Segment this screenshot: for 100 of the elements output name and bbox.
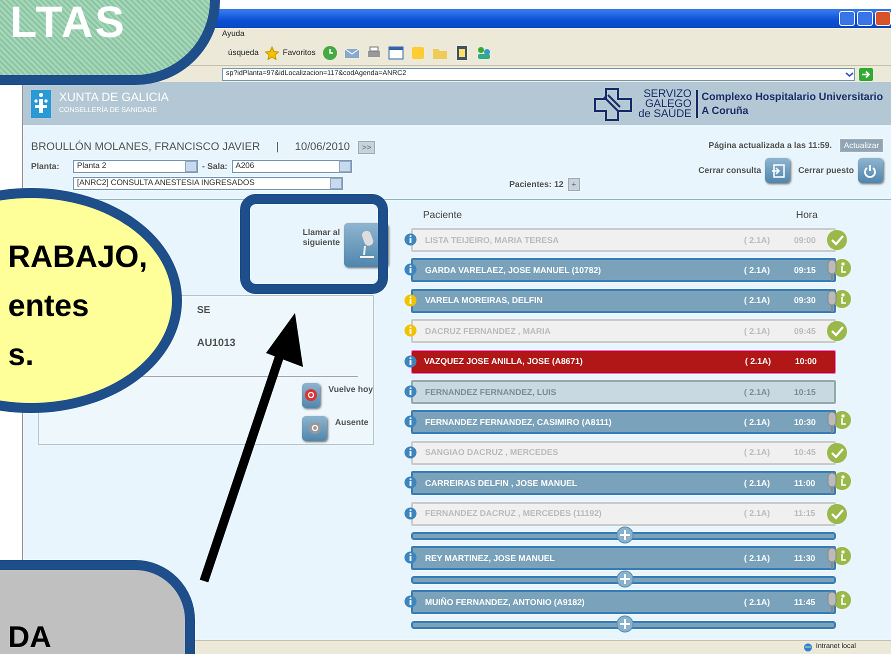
- microphone-person-icon[interactable]: [826, 410, 852, 434]
- next-button[interactable]: >>: [358, 140, 376, 154]
- microphone-person-icon[interactable]: [826, 288, 852, 313]
- maximize-button[interactable]: [857, 11, 873, 26]
- room-text: ( 2.1A): [744, 552, 771, 564]
- info-icon[interactable]: [404, 354, 417, 368]
- time-text: 09:30: [794, 294, 817, 308]
- patient-code: AU1013: [197, 336, 237, 351]
- patient-name: VARELA MOREIRAS, DELFIN: [424, 294, 544, 308]
- room-text: ( 2.1A): [744, 264, 771, 277]
- patient-row[interactable]: CARREIRAS DELFIN , JOSE MANUEL ( 2.1A) 11:00: [411, 471, 836, 496]
- history-icon[interactable]: [322, 44, 338, 60]
- microphone-person-icon[interactable]: [826, 258, 852, 282]
- panel-title: SE: [197, 304, 212, 318]
- planta-select[interactable]: Planta 2: [73, 160, 198, 172]
- patient-name: REY MARTINEZ, JOSE MANUEL: [424, 552, 556, 564]
- patient-row[interactable]: VAZQUEZ JOSE ANILLA, JOSE (A8671) ( 2.1A) 10:00: [411, 350, 836, 374]
- time-text: 10:30: [794, 416, 817, 429]
- return-button[interactable]: [302, 382, 320, 408]
- action-label: Vuelve hoy: [328, 382, 373, 396]
- empty-slot-bar[interactable]: [411, 576, 836, 584]
- logo-icon: [31, 90, 51, 118]
- call-next-label: Llamar al siguiente: [302, 227, 340, 247]
- star-icon: [264, 46, 279, 60]
- microphone-person-icon[interactable]: [826, 471, 852, 496]
- menu-item[interactable]: Ayuda: [222, 28, 245, 40]
- room-text: ( 2.1A): [745, 355, 772, 368]
- separator-text: |: [275, 140, 280, 155]
- button-label: Cerrar puesto: [798, 164, 854, 177]
- window-icon[interactable]: [388, 44, 404, 60]
- add-icon[interactable]: [616, 570, 634, 588]
- info-icon[interactable]: [404, 294, 417, 307]
- absent-button[interactable]: [302, 416, 327, 441]
- info-icon[interactable]: [404, 233, 417, 246]
- microphone-person-icon[interactable]: [826, 546, 852, 570]
- hospital-name: Complexo Hospitalario Universitario A Coruña: [696, 90, 883, 118]
- patient-row[interactable]: FERNANDEZ FERNANDEZ, LUIS ( 2.1A) 10:15: [411, 380, 836, 404]
- sala-select[interactable]: A206: [232, 160, 352, 172]
- column-header: Paciente: [423, 209, 463, 223]
- patient-row[interactable]: FERNANDEZ FERNANDEZ, CASIMIRO (A8111) ( 2.1A) 10:30: [411, 410, 836, 434]
- callout-text: DA: [8, 622, 52, 654]
- time-text: 10:15: [794, 386, 817, 398]
- circle-icon: [308, 421, 322, 436]
- info-icon[interactable]: [404, 263, 417, 276]
- favorites-button[interactable]: Favoritos: [264, 46, 316, 60]
- add-button[interactable]: +: [568, 178, 580, 191]
- doctor-name: BROULLÓN MOLANES, FRANCISCO JAVIER: [31, 140, 260, 155]
- room-text: ( 2.1A): [744, 294, 771, 308]
- add-icon[interactable]: [616, 614, 634, 633]
- patient-name: FERNANDEZ FERNANDEZ, CASIMIRO (A8111): [424, 416, 613, 429]
- agenda-select[interactable]: [ANRC2] CONSULTA ANESTESIA INGRESADOS: [73, 176, 343, 190]
- exit-icon: [770, 164, 785, 178]
- microphone-person-icon[interactable]: [826, 590, 852, 614]
- close-consult-button[interactable]: [765, 158, 790, 183]
- column-header: Hora: [796, 209, 819, 223]
- room-text: ( 2.1A): [744, 416, 771, 429]
- patient-row[interactable]: REY MARTINEZ, JOSE MANUEL ( 2.1A) 11:30: [411, 546, 836, 570]
- close-button[interactable]: [875, 11, 891, 26]
- cross-logo-icon: [592, 86, 634, 120]
- info-icon[interactable]: [404, 506, 417, 520]
- patient-name: GARDA VARELAEZ, JOSE MANUEL (10782): [424, 264, 602, 277]
- date-text: 10/06/2010: [294, 140, 350, 155]
- time-text: 09:15: [794, 264, 817, 277]
- update-text: Página actualizada a las 11:59.: [708, 139, 832, 152]
- info-icon[interactable]: [404, 550, 417, 564]
- patient-count: Pacientes: 12: [509, 178, 564, 191]
- empty-slot-bar[interactable]: [411, 532, 836, 540]
- info-icon[interactable]: [404, 446, 417, 459]
- info-icon[interactable]: [404, 384, 417, 398]
- info-icon[interactable]: [404, 476, 417, 490]
- room-text: ( 2.1A): [744, 596, 771, 609]
- action-label: Ausente: [335, 416, 369, 428]
- patient-name: VAZQUEZ JOSE ANILLA, JOSE (A8671): [423, 355, 584, 368]
- go-icon[interactable]: [859, 68, 873, 80]
- minimize-button[interactable]: [839, 11, 855, 26]
- close-post-button[interactable]: [858, 158, 883, 183]
- power-icon: [863, 164, 878, 178]
- globe-icon: [802, 643, 813, 652]
- callout-text: RABAJO, entes s.: [8, 238, 148, 374]
- patient-name: MUIÑO FERNANDEZ, ANTONIO (A9182): [424, 596, 586, 609]
- patient-row[interactable]: MUIÑO FERNANDEZ, ANTONIO (A9182) ( 2.1A) 11:45: [411, 590, 836, 614]
- patient-row[interactable]: GARDA VARELAEZ, JOSE MANUEL (10782) ( 2.1A) 09:15: [411, 258, 836, 282]
- patient-name: CARREIRAS DELFIN , JOSE MANUEL: [424, 476, 578, 490]
- field-label: Planta:: [31, 160, 60, 172]
- search-button[interactable]: úsqueda: [228, 46, 259, 58]
- info-icon[interactable]: [404, 595, 417, 608]
- people-icon[interactable]: [476, 44, 492, 60]
- patient-row[interactable]: VARELA MOREIRAS, DELFIN ( 2.1A) 09:30: [411, 288, 836, 313]
- time-text: 11:00: [794, 476, 816, 490]
- empty-slot-bar[interactable]: [411, 620, 836, 629]
- room-text: ( 2.1A): [744, 386, 771, 398]
- time-text: 10:00: [795, 355, 818, 368]
- field-label: - Sala:: [202, 160, 228, 172]
- service-name: SERVIZO GALEGO de SAÚDE: [638, 88, 692, 118]
- refresh-button[interactable]: Actualizar: [840, 139, 883, 152]
- info-icon[interactable]: [404, 415, 417, 428]
- time-text: 11:30: [794, 552, 816, 564]
- button-label: Cerrar consulta: [698, 164, 762, 177]
- dropdown-icon[interactable]: [845, 70, 854, 78]
- add-icon[interactable]: [616, 526, 634, 544]
